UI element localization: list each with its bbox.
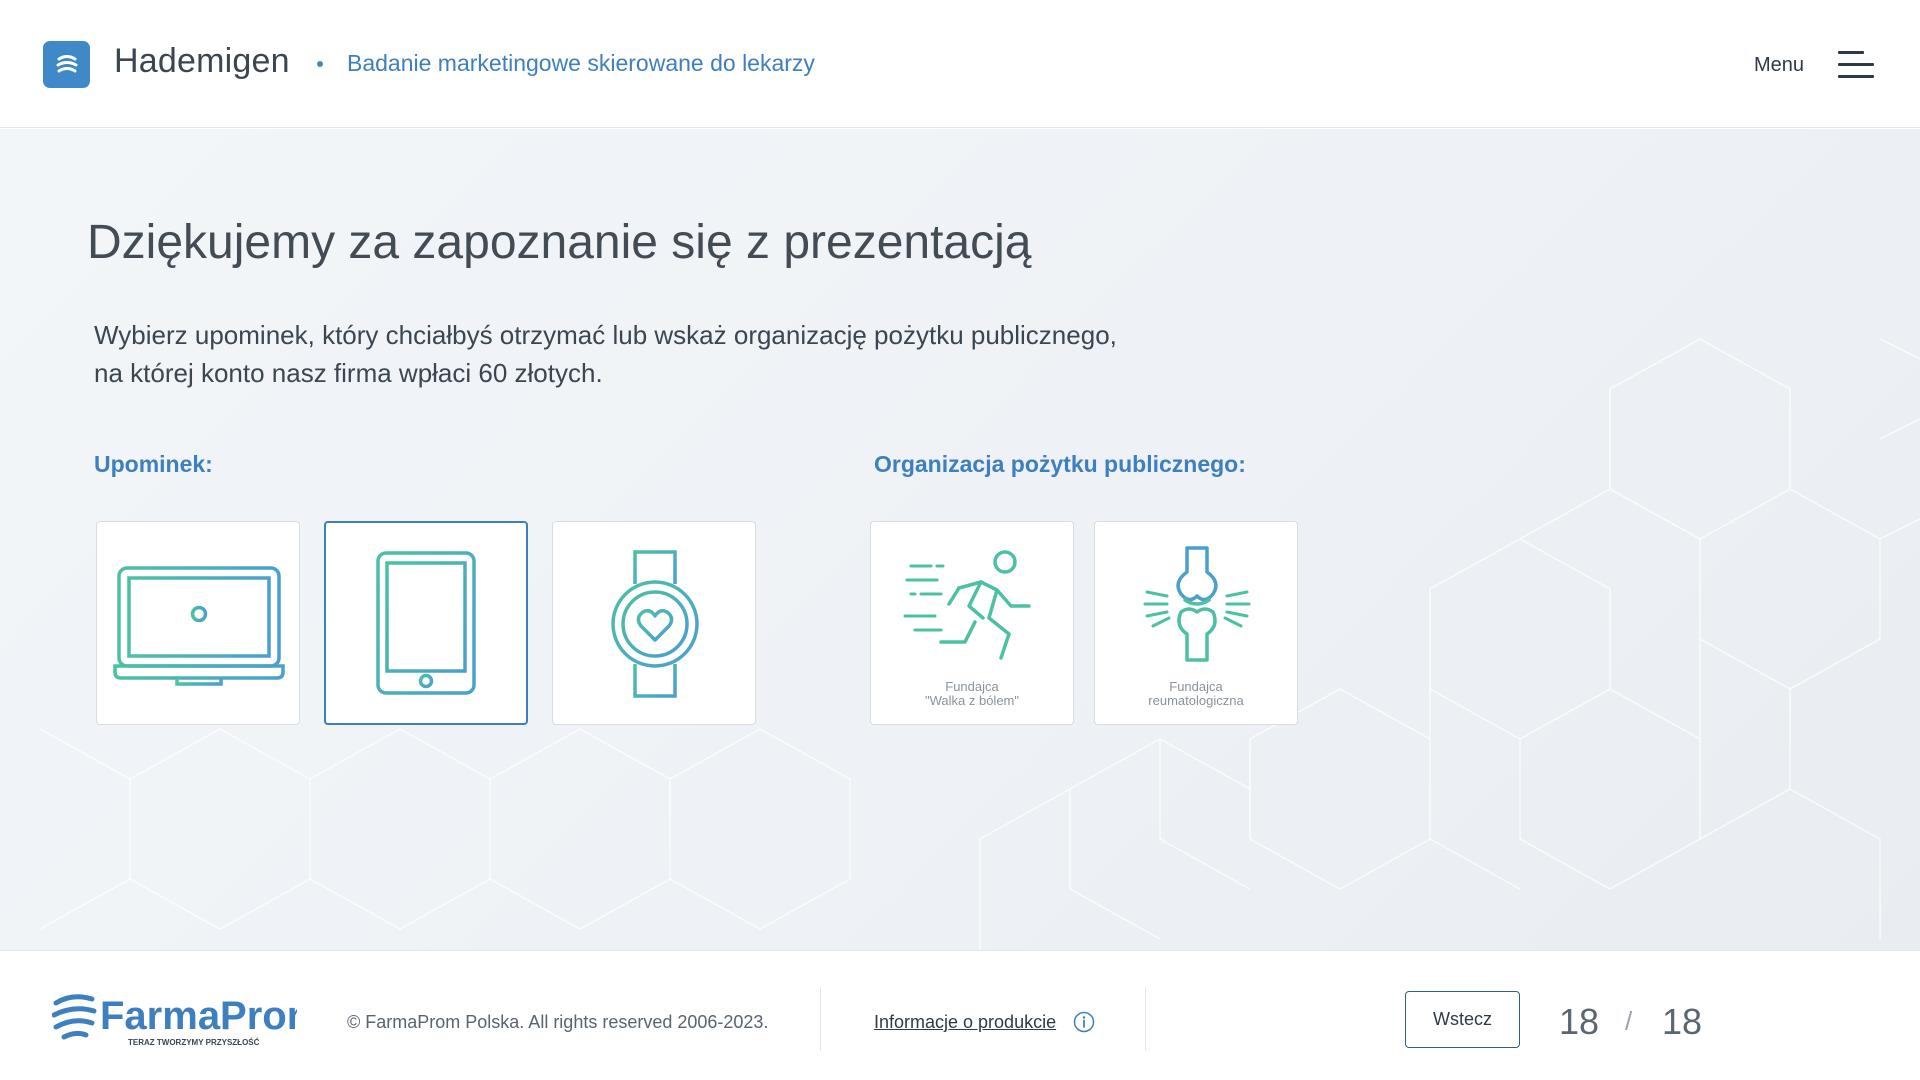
copyright-text: © FarmaProm Polska. All rights reserved … [347,1012,769,1032]
farmaprom-logo: FarmaProm TERAZ TWORZYMY PRZYSZŁOŚĆ [51,989,322,1054]
tablet-icon [376,551,476,695]
page-title: Dziękujemy za zapoznanie się z prezentac… [87,216,1032,269]
page-separator: / [1625,1006,1633,1036]
main-content: Dziękujemy za zapoznanie się z prezentac… [0,129,1920,950]
separator-dot [317,61,323,67]
org-caption: Fundajca reumatologiczna [1095,680,1297,708]
app-title: Hademigen [114,42,290,80]
intro-text: Wybierz upominek, który chciałbyś otrzym… [94,316,1244,392]
org-caption-line1: Fundajca [945,679,999,694]
page-current: 18 [1559,1001,1600,1042]
brand-name: FarmaProm [100,994,297,1038]
smartwatch-icon [611,550,699,698]
footer: FarmaProm TERAZ TWORZYMY PRZYSZŁOŚĆ © Fa… [0,950,1920,1080]
org-caption: Fundajca "Walka z bólem" [871,680,1073,708]
org-option-walka-z-bolem[interactable]: Fundajca "Walka z bólem" [870,521,1074,725]
orgs-section-label: Organizacja pożytku publicznego: [874,451,1246,477]
org-option-reumatologiczna[interactable]: Fundajca reumatologiczna [1094,521,1298,725]
divider [820,987,821,1051]
page-total: 18 [1662,1001,1703,1042]
hamburger-menu-icon[interactable] [1838,51,1874,79]
brand-tagline: TERAZ TWORZYMY PRZYSZŁOŚĆ [128,1038,260,1047]
intro-line-2: na której konto nasz firma wpłaci 60 zło… [94,358,603,388]
laptop-icon [113,566,285,686]
gift-option-tablet[interactable] [324,521,528,725]
gift-option-laptop[interactable] [96,521,300,725]
divider [1145,987,1146,1051]
gifts-section-label: Upominek: [94,451,213,477]
app-logo-icon [43,41,90,88]
gift-option-smartwatch[interactable] [552,521,756,725]
org-caption-line2: reumatologiczna [1148,693,1244,708]
info-icon[interactable] [1073,1011,1095,1033]
intro-line-1: Wybierz upominek, który chciałbyś otrzym… [94,320,1117,350]
back-button[interactable]: Wstecz [1405,991,1520,1048]
org-caption-line1: Fundajca [1169,679,1223,694]
app-subtitle: Badanie marketingowe skierowane do lekar… [347,50,815,76]
top-bar: Hademigen Badanie marketingowe skierowan… [0,0,1920,128]
org-caption-line2: "Walka z bólem" [925,693,1019,708]
product-info-link[interactable]: Informacje o produkcie [874,1012,1056,1033]
menu-label[interactable]: Menu [1754,54,1804,77]
